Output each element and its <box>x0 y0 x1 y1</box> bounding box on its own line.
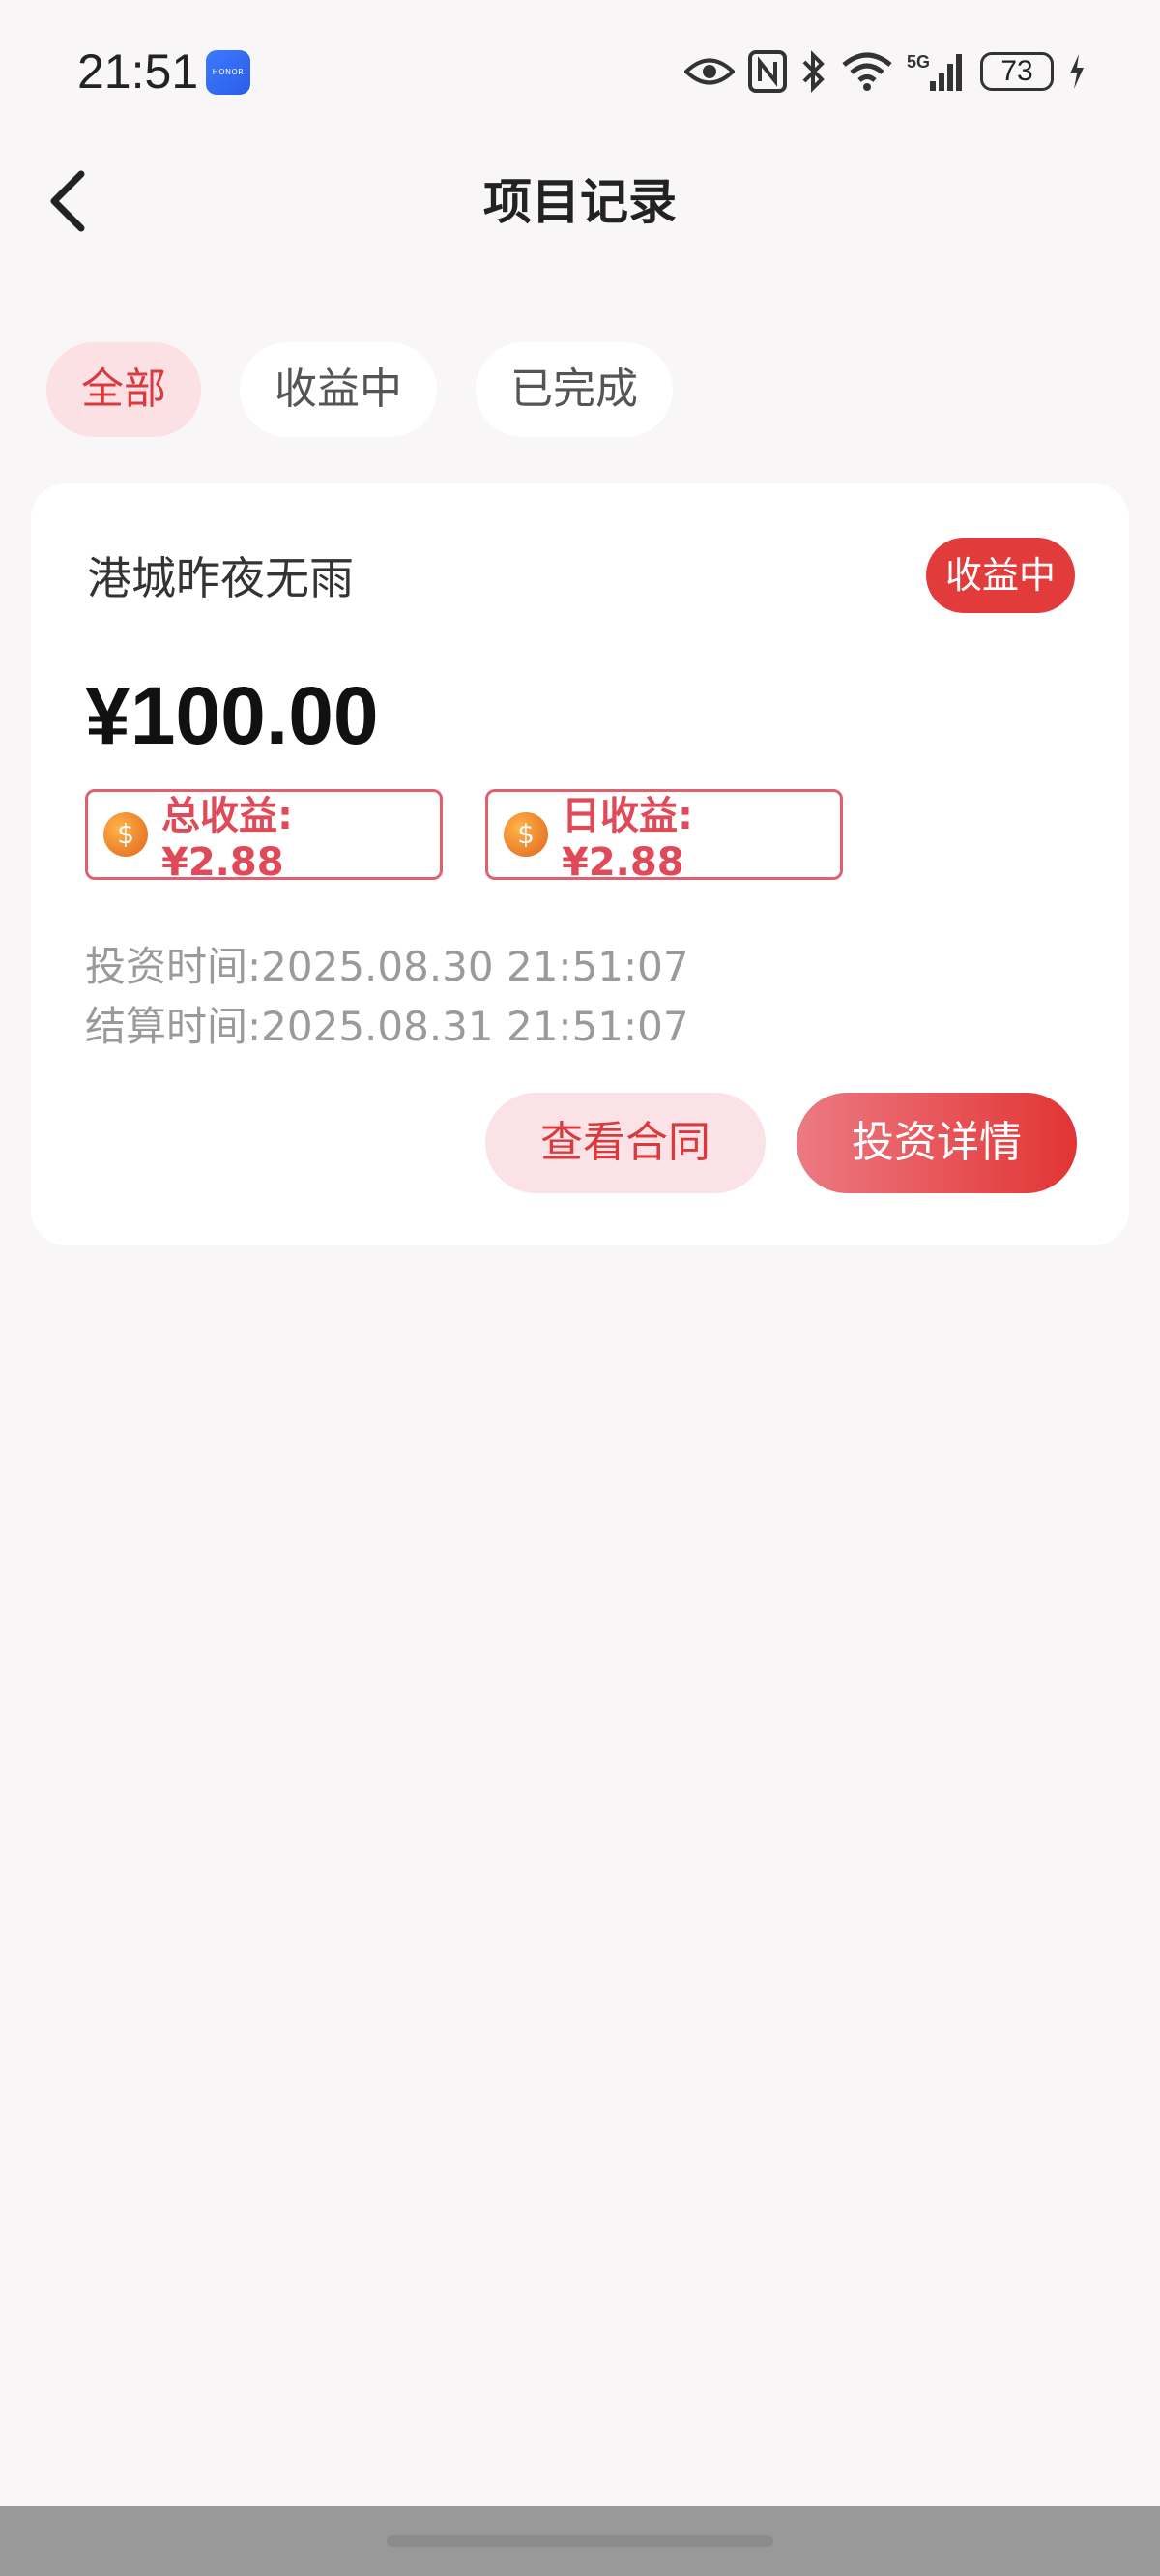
invest-time: 投资时间:2025.08.30 21:51:07 <box>85 943 689 990</box>
coin-icon: $ <box>103 812 148 857</box>
daily-earnings-label: 日收益: ¥2.88 <box>562 794 693 885</box>
nfc-icon <box>748 50 787 93</box>
view-contract-button[interactable]: 查看合同 <box>485 1093 766 1193</box>
daily-earnings-box: $ 日收益: ¥2.88 <box>485 789 843 885</box>
navigation-bar <box>0 2506 1160 2576</box>
honor-app-icon: HONOR <box>206 50 250 95</box>
home-indicator[interactable] <box>387 2535 773 2547</box>
investment-detail-button[interactable]: 投资详情 <box>797 1093 1077 1193</box>
coin-icon: $ <box>504 812 548 857</box>
settle-time: 结算时间:2025.08.31 21:51:07 <box>85 1003 689 1050</box>
bluetooth-icon <box>802 50 825 93</box>
tab-earning[interactable]: 收益中 <box>240 342 437 437</box>
tab-all[interactable]: 全部 <box>46 342 201 437</box>
screen: 21:51 HONOR 5G 73 项目记录 全部 收益中 已完成 港城昨夜无雨… <box>0 0 1160 2576</box>
status-time: 21:51 <box>77 44 199 99</box>
page-title: 项目记录 <box>483 174 677 230</box>
total-earnings-box: $ 总收益: ¥2.88 <box>85 789 443 885</box>
total-earnings-label: 总收益: ¥2.88 <box>161 794 293 885</box>
charging-icon <box>1070 54 1084 89</box>
status-badge: 收益中 <box>925 538 1075 613</box>
tab-completed[interactable]: 已完成 <box>476 342 673 437</box>
signal-5g-icon: 5G <box>907 52 962 91</box>
project-name: 港城昨夜无雨 <box>87 552 354 604</box>
svg-text:5G: 5G <box>907 52 930 72</box>
project-card: 港城昨夜无雨 收益中 ¥100.00 $ 总收益: ¥2.88 $ 日收益: ¥… <box>31 483 1129 1245</box>
wifi-icon <box>842 52 892 91</box>
investment-amount: ¥100.00 <box>85 670 379 761</box>
header: 项目记录 <box>0 143 1160 263</box>
status-bar: 21:51 HONOR 5G 73 <box>0 0 1160 143</box>
eye-icon <box>684 58 735 85</box>
filter-tabs: 全部 收益中 已完成 <box>46 342 673 437</box>
status-icons: 5G 73 <box>684 44 1087 99</box>
battery-indicator: 73 <box>980 52 1054 91</box>
